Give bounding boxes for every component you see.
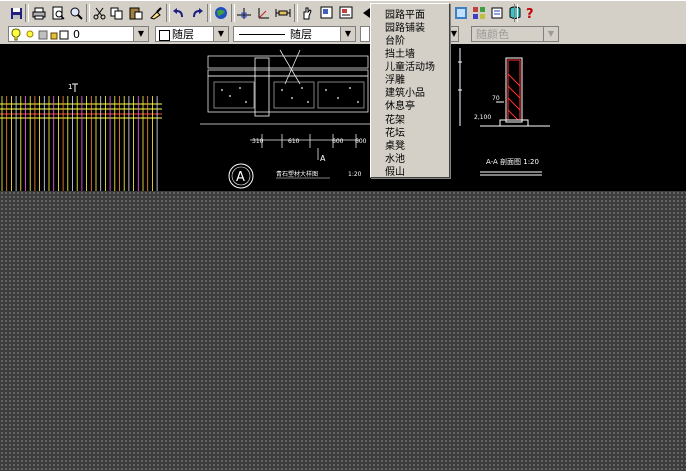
menu-item[interactable]: 休息亭 [385,101,415,113]
tool-palettes-icon[interactable] [488,4,506,22]
save-icon[interactable] [7,4,25,22]
drawing-scale-left: 1:20 [348,171,362,178]
menu-item[interactable]: 建筑小品 [385,88,425,100]
menu-item[interactable]: 台阶 [385,36,405,48]
tool-palettes-icon[interactable] [470,4,488,22]
chevron-down-icon[interactable]: ▼ [213,27,228,41]
design-center-icon[interactable] [452,4,470,22]
ucs-icon[interactable] [255,4,273,22]
drawing-title-right: A-A 剖面图 1:20 [486,157,539,166]
publish-icon[interactable] [212,4,230,22]
menu-item[interactable]: 花坛 [385,128,405,140]
layer-dropdown[interactable]: 0 ▼ [8,26,149,42]
color-value: 随层 [172,28,194,41]
fence-bars [1,96,158,191]
chevron-down-icon[interactable]: ▼ [340,27,355,41]
toolbar-separator [207,4,211,22]
menu-item[interactable]: 桌凳 [385,141,405,153]
toolbar-separator [514,4,518,22]
drawing-canvas[interactable]: 1 310 610 600 600 A A 青石塑材大样图 1:20 70 2,… [0,44,686,191]
svg-text:?: ? [526,7,534,20]
help-icon[interactable]: ? [521,4,539,22]
category-dropdown-menu: 园路平面 园路铺装 台阶 挡土墙 儿童活动场 浮雕 建筑小品 休息亭 花架 花坛… [370,3,450,178]
menu-item[interactable]: 园路铺装 [385,23,425,35]
dimension-label: 600 [332,138,344,145]
chevron-down-icon: ▼ [543,27,558,41]
dimension-label: 310 [252,138,264,145]
menu-item[interactable]: 假山 [385,167,405,179]
drawing-title-left: 青石塑材大样图 [276,170,318,178]
toolbar-separator [25,4,29,22]
zoom-window-icon[interactable] [318,4,336,22]
layer-name: 0 [73,28,80,41]
lineweight-dropdown[interactable] [360,26,370,42]
color-dropdown[interactable]: 随层 ▼ [155,26,229,42]
redo-icon[interactable] [188,4,206,22]
copy-icon[interactable] [108,4,126,22]
snap-tracking-icon[interactable] [235,4,253,22]
dimension-label: 2,100 [474,114,491,121]
background-pattern [0,191,686,471]
properties-toolbar: 0 ▼ 随层 ▼ 随层 ▼ ▼ 随颜色 ▼ [0,24,686,45]
pan-icon[interactable] [298,4,316,22]
undo-icon[interactable] [170,4,188,22]
section-cut-label: A [320,154,326,163]
dimension-label: 70 [492,95,500,102]
section-drawing [458,48,550,176]
color-swatch [159,30,170,41]
menu-item[interactable]: 挡土墙 [385,49,415,61]
chevron-down-icon[interactable]: ▼ [450,27,458,41]
cad-application: ? 0 ▼ 随层 ▼ 随层 ▼ ▼ 随颜色 ▼ 1 310 610 600 60… [0,0,686,471]
stone-texture [221,87,359,103]
cut-icon[interactable] [90,4,108,22]
section-mark-label: A [236,170,245,185]
chevron-down-icon[interactable]: ▼ [133,27,148,41]
match-properties-icon[interactable] [147,4,165,22]
linetype-value: 随层 [290,28,312,41]
standard-toolbar: ? [0,0,686,26]
drawing-label: 1 [68,83,72,91]
linetype-sample [239,34,285,35]
find-icon[interactable] [67,4,85,22]
linetype-dropdown[interactable]: 随层 ▼ [233,26,356,42]
dimension-label: 600 [355,138,367,145]
distance-icon[interactable] [274,4,292,22]
layer-state-icon [11,28,69,41]
menu-item[interactable]: 园路平面 [385,10,425,22]
properties-icon[interactable] [337,4,355,22]
plotstyle-value: 随颜色 [476,28,509,41]
menu-item[interactable]: 儿童活动场 [385,62,435,74]
menu-item[interactable]: 花架 [385,115,405,127]
print-icon[interactable] [30,4,48,22]
fence-drawing [0,83,162,119]
menu-item[interactable]: 水池 [385,154,405,166]
paste-icon[interactable] [127,4,145,22]
dimension-label: 610 [288,138,300,145]
print-preview-icon[interactable] [49,4,67,22]
menu-item[interactable]: 浮雕 [385,75,405,87]
lineweight-dropdown-end[interactable]: ▼ [449,26,459,42]
plotstyle-dropdown: 随颜色 ▼ [471,26,559,42]
